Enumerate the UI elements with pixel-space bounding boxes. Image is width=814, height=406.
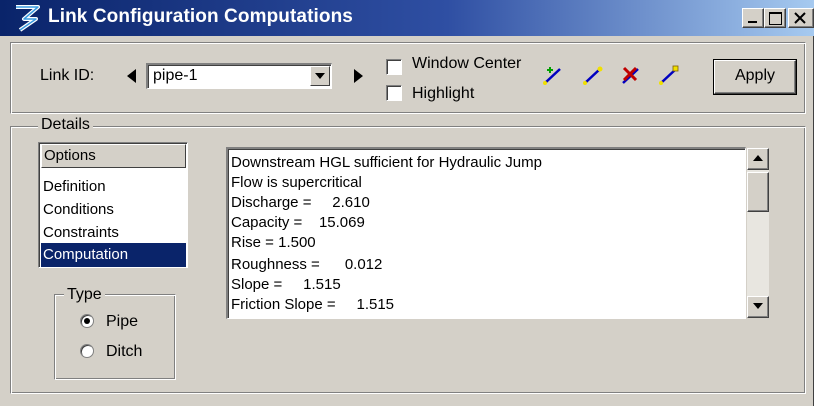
result-line: Slope = 1.515 xyxy=(231,276,341,293)
options-list[interactable]: Options Definition Conditions Constraint… xyxy=(38,142,188,268)
minimize-button[interactable] xyxy=(742,8,764,28)
next-link-icon[interactable] xyxy=(352,67,366,85)
maximize-button[interactable] xyxy=(764,8,786,28)
result-line: Flow is supercritical xyxy=(231,174,362,191)
arrow-down-icon xyxy=(753,303,763,309)
dropdown-button[interactable] xyxy=(310,66,330,86)
result-line: Roughness = 0.012 xyxy=(231,256,383,273)
scroll-up-button[interactable] xyxy=(747,148,769,170)
highlight-checkbox[interactable] xyxy=(386,85,402,101)
window-center-label: Window Center xyxy=(412,55,522,72)
close-icon xyxy=(794,12,806,24)
link-id-label: Link ID: xyxy=(40,67,95,84)
link-id-combobox[interactable]: pipe-1 xyxy=(146,63,332,89)
computation-results-list[interactable]: Downstream HGL sufficient for Hydraulic … xyxy=(226,147,746,319)
result-line: Rise = 1.500 xyxy=(231,234,316,251)
details-group-title: Details xyxy=(38,116,93,134)
pipe-radio[interactable] xyxy=(80,314,94,328)
result-line: Downstream HGL sufficient for Hydraulic … xyxy=(231,154,542,171)
close-button[interactable] xyxy=(788,8,814,28)
option-constraints[interactable]: Constraints xyxy=(41,221,186,245)
add-link-icon[interactable] xyxy=(540,62,566,88)
app-logo-icon xyxy=(16,5,40,32)
apply-button[interactable]: Apply xyxy=(714,60,796,94)
link-id-value: pipe-1 xyxy=(153,67,198,84)
identify-link-icon[interactable] xyxy=(580,62,606,88)
link-configuration-window: Link Configuration Computations Link ID:… xyxy=(0,0,814,406)
window-title: Link Configuration Computations xyxy=(48,6,353,27)
scroll-down-button[interactable] xyxy=(747,296,769,318)
results-scrollbar[interactable] xyxy=(746,147,770,319)
previous-link-icon[interactable] xyxy=(124,67,138,85)
ditch-radio[interactable] xyxy=(80,344,94,358)
options-header[interactable]: Options xyxy=(41,144,186,168)
pipe-radio-label: Pipe xyxy=(106,313,139,330)
type-group xyxy=(54,294,176,380)
option-conditions[interactable]: Conditions xyxy=(41,198,186,222)
edit-link-icon[interactable] xyxy=(656,62,682,88)
ditch-radio-label: Ditch xyxy=(106,343,143,360)
delete-link-icon[interactable] xyxy=(618,62,644,88)
option-computation[interactable]: Computation xyxy=(41,243,186,267)
type-group-title: Type xyxy=(64,286,105,304)
scroll-thumb[interactable] xyxy=(747,172,769,212)
highlight-label: Highlight xyxy=(412,85,475,102)
chevron-down-icon xyxy=(315,73,325,79)
arrow-up-icon xyxy=(753,155,763,161)
title-bar[interactable]: Link Configuration Computations xyxy=(0,0,814,36)
result-line: Friction Slope = 1.515 xyxy=(231,296,395,313)
window-center-checkbox[interactable] xyxy=(386,59,402,75)
option-definition[interactable]: Definition xyxy=(41,175,186,199)
result-line: Capacity = 15.069 xyxy=(231,214,365,231)
result-line: Discharge = 2.610 xyxy=(231,194,370,211)
